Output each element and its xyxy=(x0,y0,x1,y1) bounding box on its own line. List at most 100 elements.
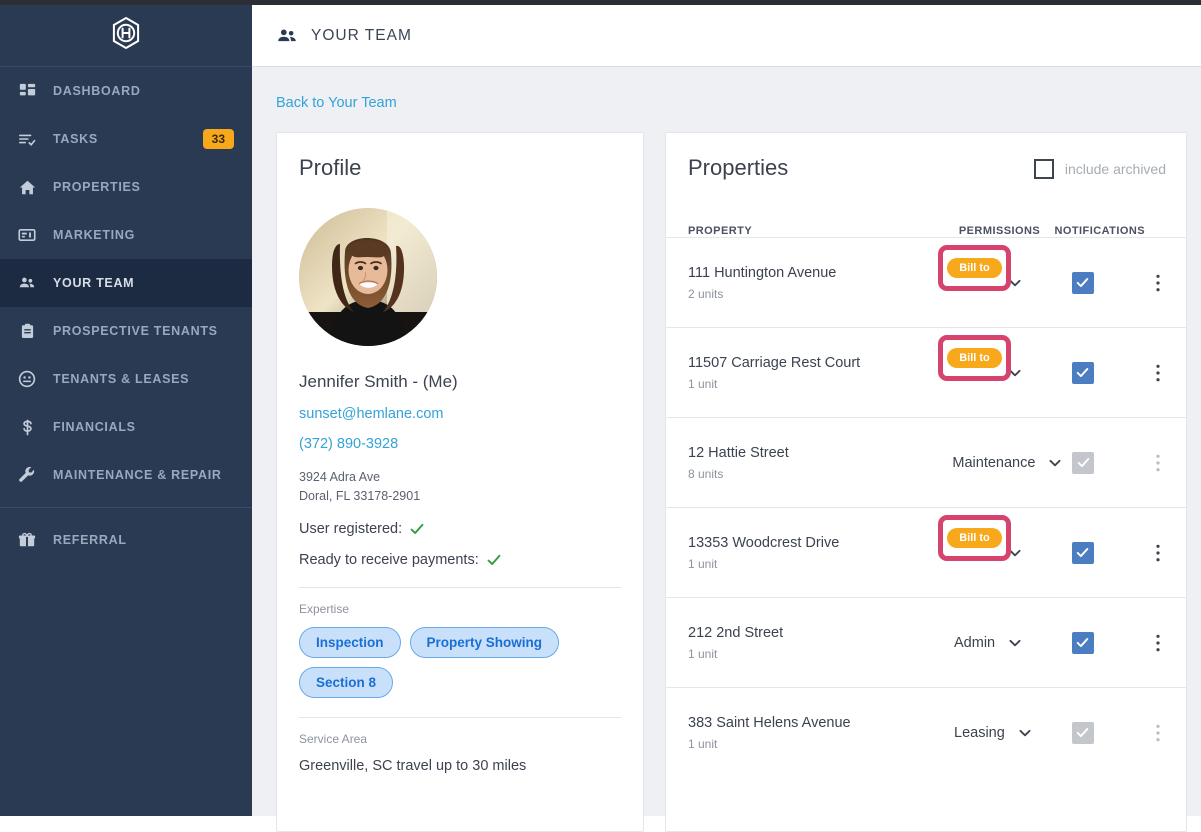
chevron-down-icon[interactable] xyxy=(1007,275,1023,291)
notifications-checkbox xyxy=(1071,721,1094,744)
property-units: 8 units xyxy=(688,466,724,481)
kebab-menu-icon xyxy=(1156,454,1160,472)
permissions-cell[interactable]: Admin xyxy=(954,275,1048,291)
chevron-down-icon[interactable] xyxy=(1007,545,1023,561)
table-row: 212 2nd Street 1 unit Admin xyxy=(666,597,1186,687)
expertise-tag[interactable]: Inspection xyxy=(299,627,401,658)
property-units: 1 unit xyxy=(688,736,718,751)
sidebar-item-financials[interactable]: FINANCIALS xyxy=(0,403,252,451)
sidebar-item-label: PROPERTIES xyxy=(53,180,141,194)
sidebar-item-label: TASKS xyxy=(53,132,98,146)
checkbox-unchecked-icon[interactable] xyxy=(1033,159,1054,179)
chevron-down-icon[interactable] xyxy=(1047,455,1063,471)
chevron-down-icon[interactable] xyxy=(1017,725,1033,741)
sidebar-item-referral[interactable]: REFERRAL xyxy=(0,516,252,564)
sidebar-item-dashboard[interactable]: DASHBOARD xyxy=(0,67,252,115)
properties-card-header: Properties include archived xyxy=(666,133,1186,181)
clipboard-icon xyxy=(14,323,40,340)
expertise-label: Expertise xyxy=(299,602,350,616)
notifications-cell[interactable] xyxy=(1048,721,1156,744)
properties-card-title: Properties xyxy=(688,155,789,180)
row-menu-cell xyxy=(1156,544,1164,562)
notifications-checkbox[interactable] xyxy=(1071,541,1094,564)
notifications-cell[interactable] xyxy=(1048,451,1156,474)
property-cell: 12 Hattie Street 8 units xyxy=(688,445,952,481)
notifications-cell[interactable] xyxy=(1048,631,1156,654)
dashboard-grid-icon xyxy=(14,83,40,100)
include-archived-label: include archived xyxy=(1064,161,1166,177)
user-registered-label: User registered: xyxy=(299,521,403,537)
chevron-down-icon[interactable] xyxy=(1007,365,1023,381)
sidebar-item-maintenance-repair[interactable]: MAINTENANCE & REPAIR xyxy=(0,451,252,499)
include-archived-toggle[interactable]: include archived xyxy=(1033,159,1166,179)
notifications-checkbox[interactable] xyxy=(1071,631,1094,654)
notifications-cell[interactable] xyxy=(1048,361,1156,384)
notifications-checkbox[interactable] xyxy=(1071,271,1094,294)
sidebar-item-prospective-tenants[interactable]: PROSPECTIVE TENANTS xyxy=(0,307,252,355)
table-row: 383 Saint Helens Avenue 1 unit Leasing xyxy=(666,687,1186,777)
property-cell: 383 Saint Helens Avenue 1 unit xyxy=(688,715,954,751)
sidebar-item-marketing[interactable]: MARKETING xyxy=(0,211,252,259)
service-area-value: Greenville, SC travel up to 30 miles xyxy=(299,758,527,774)
wrench-icon xyxy=(14,466,40,484)
notifications-checkbox[interactable] xyxy=(1071,361,1094,384)
profile-card: Profile Jennifer Smith - (Me) sunset@hem… xyxy=(276,132,644,832)
expertise-tag[interactable]: Section 8 xyxy=(299,667,394,698)
address-line-1: 3924 Adra Ave xyxy=(299,470,381,484)
expertise-tag[interactable]: Property Showing xyxy=(409,627,560,658)
sidebar: DASHBOARD TASKS 33 PROPERTIES MARKETING YOUR … xyxy=(0,5,252,816)
row-menu-cell xyxy=(1156,634,1164,652)
check-icon xyxy=(486,552,502,568)
permissions-cell[interactable]: Admin xyxy=(954,635,1048,651)
ready-payments-status: Ready to receive payments: xyxy=(299,552,643,568)
table-row: 13353 Woodcrest Drive 1 unit Admin Bill to xyxy=(666,507,1186,597)
column-header-notifications: NOTIFICATIONS xyxy=(1054,225,1146,237)
property-units: 1 unit xyxy=(688,556,718,571)
property-cell: 212 2nd Street 1 unit xyxy=(688,625,954,661)
notifications-cell[interactable] xyxy=(1048,271,1156,294)
permissions-cell[interactable]: Admin xyxy=(954,545,1048,561)
property-name: 12 Hattie Street xyxy=(688,444,789,461)
kebab-menu-icon[interactable] xyxy=(1156,274,1160,292)
sidebar-item-your-team[interactable]: YOUR TEAM xyxy=(0,259,252,307)
profile-phone-link[interactable]: (372) 890-3928 xyxy=(299,436,643,452)
sidebar-item-label: TENANTS & LEASES xyxy=(53,372,190,386)
people-icon xyxy=(276,25,298,47)
service-area-label: Service Area xyxy=(299,732,368,746)
properties-card: Properties include archived PROPERTY PER… xyxy=(665,132,1187,832)
chevron-down-icon[interactable] xyxy=(1007,635,1023,651)
property-name: 11507 Carriage Rest Court xyxy=(688,354,861,371)
sidebar-item-tenants-leases[interactable]: TENANTS & LEASES xyxy=(0,355,252,403)
property-name: 111 Huntington Avenue xyxy=(688,264,837,281)
app-logo[interactable] xyxy=(0,5,252,67)
sidebar-item-properties[interactable]: PROPERTIES xyxy=(0,163,252,211)
property-name: 13353 Woodcrest Drive xyxy=(688,534,840,551)
back-to-your-team-link[interactable]: Back to Your Team xyxy=(276,95,397,111)
sidebar-item-label: DASHBOARD xyxy=(53,84,141,98)
sidebar-divider xyxy=(0,507,252,508)
row-menu-cell xyxy=(1156,274,1164,292)
row-menu-cell xyxy=(1156,364,1164,382)
notifications-cell[interactable] xyxy=(1048,541,1156,564)
avatar xyxy=(299,208,437,346)
kebab-menu-icon[interactable] xyxy=(1156,634,1160,652)
permissions-cell[interactable]: Leasing xyxy=(954,725,1048,741)
sidebar-item-tasks[interactable]: TASKS 33 xyxy=(0,115,252,163)
sidebar-nav-list: DASHBOARD TASKS 33 PROPERTIES MARKETING YOUR … xyxy=(0,67,252,564)
permissions-cell[interactable]: Admin xyxy=(954,365,1048,381)
profile-email-link[interactable]: sunset@hemlane.com xyxy=(299,406,643,422)
address-line-2: Doral, FL 33178-2901 xyxy=(299,489,421,503)
kebab-menu-icon[interactable] xyxy=(1156,544,1160,562)
property-units: 1 unit xyxy=(688,376,718,391)
divider xyxy=(299,587,621,588)
property-name: 383 Saint Helens Avenue xyxy=(688,714,851,731)
permissions-cell[interactable]: Maintenance xyxy=(952,455,1061,471)
property-cell: 11507 Carriage Rest Court 1 unit xyxy=(688,355,954,391)
kebab-menu-icon[interactable] xyxy=(1156,364,1160,382)
dollar-sign-icon xyxy=(14,419,40,436)
face-circle-icon xyxy=(14,370,40,388)
property-cell: 13353 Woodcrest Drive 1 unit xyxy=(688,535,954,571)
expertise-tag-list: Inspection Property Showing Section 8 xyxy=(299,627,619,698)
sidebar-item-label: MARKETING xyxy=(53,228,135,242)
table-row: 12 Hattie Street 8 units Maintenance xyxy=(666,417,1186,507)
